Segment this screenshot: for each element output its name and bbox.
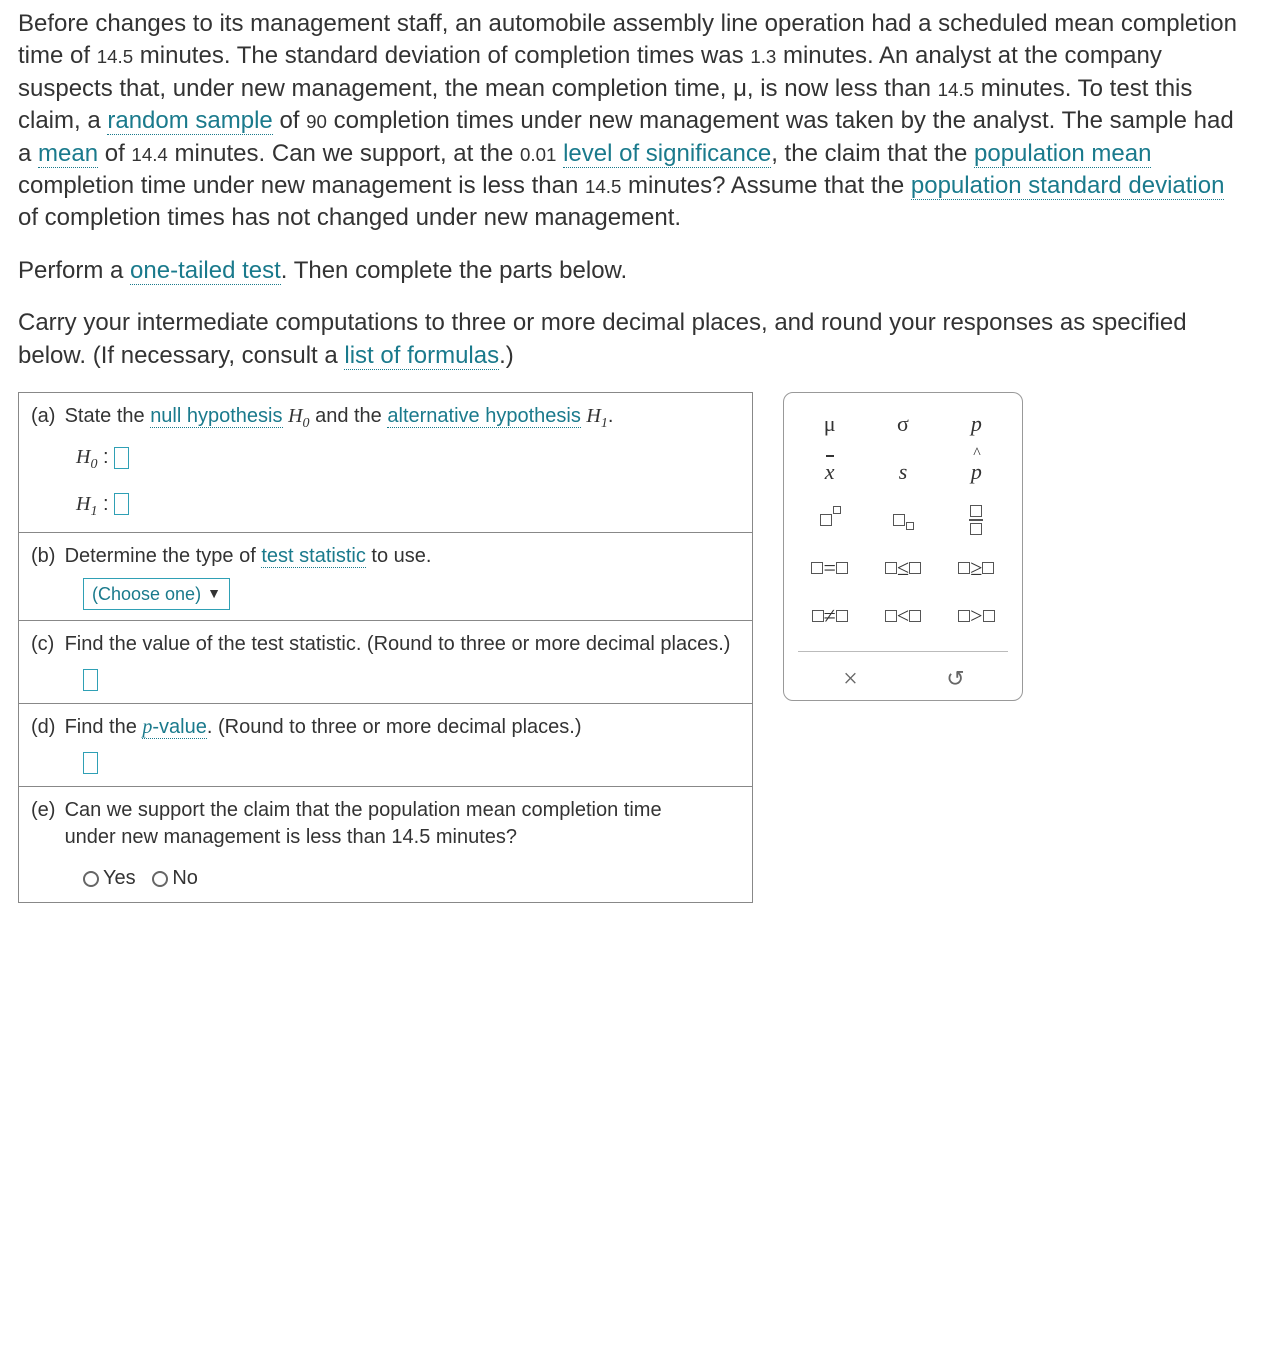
value-n: 90: [306, 111, 327, 132]
radio-no[interactable]: [152, 871, 168, 887]
colon: :: [97, 493, 114, 515]
part-c-text: Find the value of the test statistic. (R…: [65, 633, 731, 655]
palette-sigma[interactable]: σ: [873, 407, 933, 441]
palette-equals[interactable]: =: [800, 551, 860, 585]
palette-close-icon[interactable]: ×: [820, 662, 880, 696]
h1-sym: H: [586, 405, 600, 427]
p-italic: p: [142, 716, 152, 738]
palette-le[interactable]: ≤: [873, 551, 933, 585]
text: Perform a: [18, 257, 130, 284]
text: and the: [315, 405, 387, 427]
radio-yes[interactable]: [83, 871, 99, 887]
text: Determine the type of: [65, 545, 262, 567]
part-e-text: Can we support the claim that the popula…: [65, 797, 705, 851]
text: minutes? Assume that the: [621, 172, 911, 199]
text: Carry your intermediate computations to …: [18, 309, 1187, 368]
mu-symbol: μ: [733, 75, 747, 102]
text: of: [98, 140, 131, 167]
palette-reset-icon[interactable]: ↺: [925, 662, 985, 696]
h1-sub: 1: [601, 416, 608, 431]
text: minutes. Can we support, at the: [168, 140, 520, 167]
chevron-down-icon: ▼: [207, 584, 221, 603]
link-test-statistic[interactable]: test statistic: [261, 545, 365, 568]
choose-one-dropdown[interactable]: (Choose one) ▼: [83, 578, 230, 610]
link-mean[interactable]: mean: [38, 140, 98, 168]
link-random-sample[interactable]: random sample: [107, 107, 272, 135]
value-mean-old: 14.5: [97, 46, 133, 67]
text: Find the: [65, 716, 143, 738]
h1-input[interactable]: [114, 493, 129, 515]
palette-ge[interactable]: ≥: [946, 551, 1006, 585]
instruction-paragraph-1: Perform a one-tailed test. Then complete…: [18, 255, 1243, 287]
part-e-label: (e): [31, 797, 59, 824]
test-statistic-input[interactable]: [83, 669, 98, 691]
h0-line: H: [76, 446, 90, 468]
value-sd: 1.3: [750, 46, 776, 67]
text: .: [608, 405, 614, 427]
link-population-mean[interactable]: population mean: [974, 140, 1151, 168]
no-label: No: [172, 867, 198, 889]
link-level-of-significance[interactable]: level of significance: [563, 140, 771, 168]
link-null-hypothesis[interactable]: null hypothesis: [150, 405, 282, 428]
value-sample-mean: 14.4: [131, 144, 167, 165]
text: State the: [65, 405, 151, 427]
colon: :: [97, 446, 114, 468]
link-one-tailed-test[interactable]: one-tailed test: [130, 257, 281, 285]
part-b-label: (b): [31, 543, 59, 570]
text: of: [273, 107, 306, 134]
link-population-sd[interactable]: population standard deviation: [911, 172, 1225, 200]
text: , is now less than: [747, 75, 938, 102]
text: . Then complete the parts below.: [281, 257, 627, 284]
p-value-input[interactable]: [83, 752, 98, 774]
text: to use.: [366, 545, 432, 567]
palette-phat[interactable]: p: [946, 455, 1006, 489]
part-a-label: (a): [31, 403, 59, 430]
link-alt-hypothesis[interactable]: alternative hypothesis: [387, 405, 580, 428]
text: .): [499, 342, 514, 369]
palette-power[interactable]: [800, 503, 860, 537]
palette-mu[interactable]: μ: [800, 407, 860, 441]
part-c-label: (c): [31, 631, 59, 658]
palette-p[interactable]: p: [946, 407, 1006, 441]
text: of completion times has not changed unde…: [18, 204, 681, 231]
text: completion time under new management is …: [18, 172, 585, 199]
palette-subscript[interactable]: [873, 503, 933, 537]
part-d-label: (d): [31, 714, 59, 741]
palette-ne[interactable]: ≠: [800, 599, 860, 633]
link-list-of-formulas[interactable]: list of formulas: [344, 342, 499, 370]
palette-fraction[interactable]: [946, 503, 1006, 537]
problem-paragraph: Before changes to its management staff, …: [18, 8, 1243, 235]
yes-label: Yes: [103, 867, 136, 889]
choose-label: (Choose one): [92, 582, 201, 606]
link-p-value[interactable]: -value: [152, 716, 206, 738]
text: , the claim that the: [771, 140, 974, 167]
question-table: (a) State the null hypothesis H0 and the…: [18, 392, 753, 903]
instruction-paragraph-2: Carry your intermediate computations to …: [18, 307, 1243, 372]
symbol-palette: μ σ p x s p = ≤ ≥ ≠ < > × ↺: [783, 392, 1023, 701]
h0-sym: H: [288, 405, 302, 427]
h0-input[interactable]: [114, 447, 129, 469]
text: minutes. The standard deviation of compl…: [133, 42, 750, 69]
value-claim: 14.5: [938, 79, 974, 100]
palette-xbar[interactable]: x: [800, 455, 860, 489]
h0-sub: 0: [303, 416, 310, 431]
text: . (Round to three or more decimal places…: [207, 716, 582, 738]
h1-line: H: [76, 493, 90, 515]
value-threshold: 14.5: [585, 176, 621, 197]
palette-gt[interactable]: >: [946, 599, 1006, 633]
palette-s[interactable]: s: [873, 455, 933, 489]
value-alpha: 0.01: [520, 144, 556, 165]
palette-lt[interactable]: <: [873, 599, 933, 633]
